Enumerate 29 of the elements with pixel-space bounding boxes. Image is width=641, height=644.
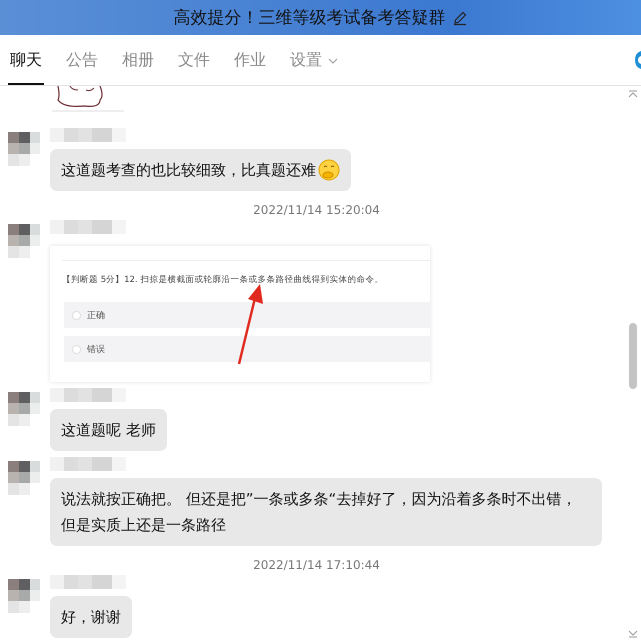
tab[interactable]: 公告 (64, 50, 100, 85)
message-bubble: 好，谢谢 (50, 596, 132, 638)
timestamp: 2022/11/14 15:20:04 (253, 203, 380, 217)
group-title: 高效提分！三维等级考试备考答疑群 (174, 7, 446, 29)
scroll-down-icon[interactable] (628, 630, 638, 638)
question-text: 【判断题 5分】12. 扫掠是横截面或轮廓沿一条或多条路径曲线得到实体的命令。 (62, 274, 384, 286)
blurred-avatar (8, 224, 40, 258)
chevron-icon (328, 58, 338, 64)
emoji-icon (318, 159, 340, 181)
blurred-avatar (8, 392, 40, 426)
blurred-avatar (8, 132, 40, 166)
blurred-avatar (8, 461, 40, 495)
blurred-avatar (8, 579, 40, 613)
phone-icon[interactable] (633, 49, 641, 71)
tab[interactable]: 聊天 (8, 50, 44, 85)
option-label: 错误 (87, 344, 105, 356)
message-bubble: 这道题呢 老师 (50, 409, 167, 451)
scroll-up-icon[interactable] (628, 90, 638, 98)
tab[interactable]: 相册 (120, 50, 156, 85)
message-bubble: 这道题考查的也比较细致，比真题还难 (50, 149, 351, 191)
edit-icon[interactable] (452, 10, 468, 26)
tab[interactable]: 作业 (232, 50, 268, 85)
timestamp: 2022/11/14 17:10:44 (253, 558, 380, 572)
arrow-icon (236, 284, 266, 366)
scrollbar-thumb[interactable] (629, 323, 637, 389)
tab[interactable]: 设置 (288, 50, 340, 85)
option-label: 正确 (87, 310, 105, 322)
message-bubble: 说法就按正确把。 但还是把”一条或多条“去掉好了，因为沿着多条时不出错，但是实质上还是一条路径 (50, 478, 602, 546)
tab[interactable]: 文件 (176, 50, 212, 85)
